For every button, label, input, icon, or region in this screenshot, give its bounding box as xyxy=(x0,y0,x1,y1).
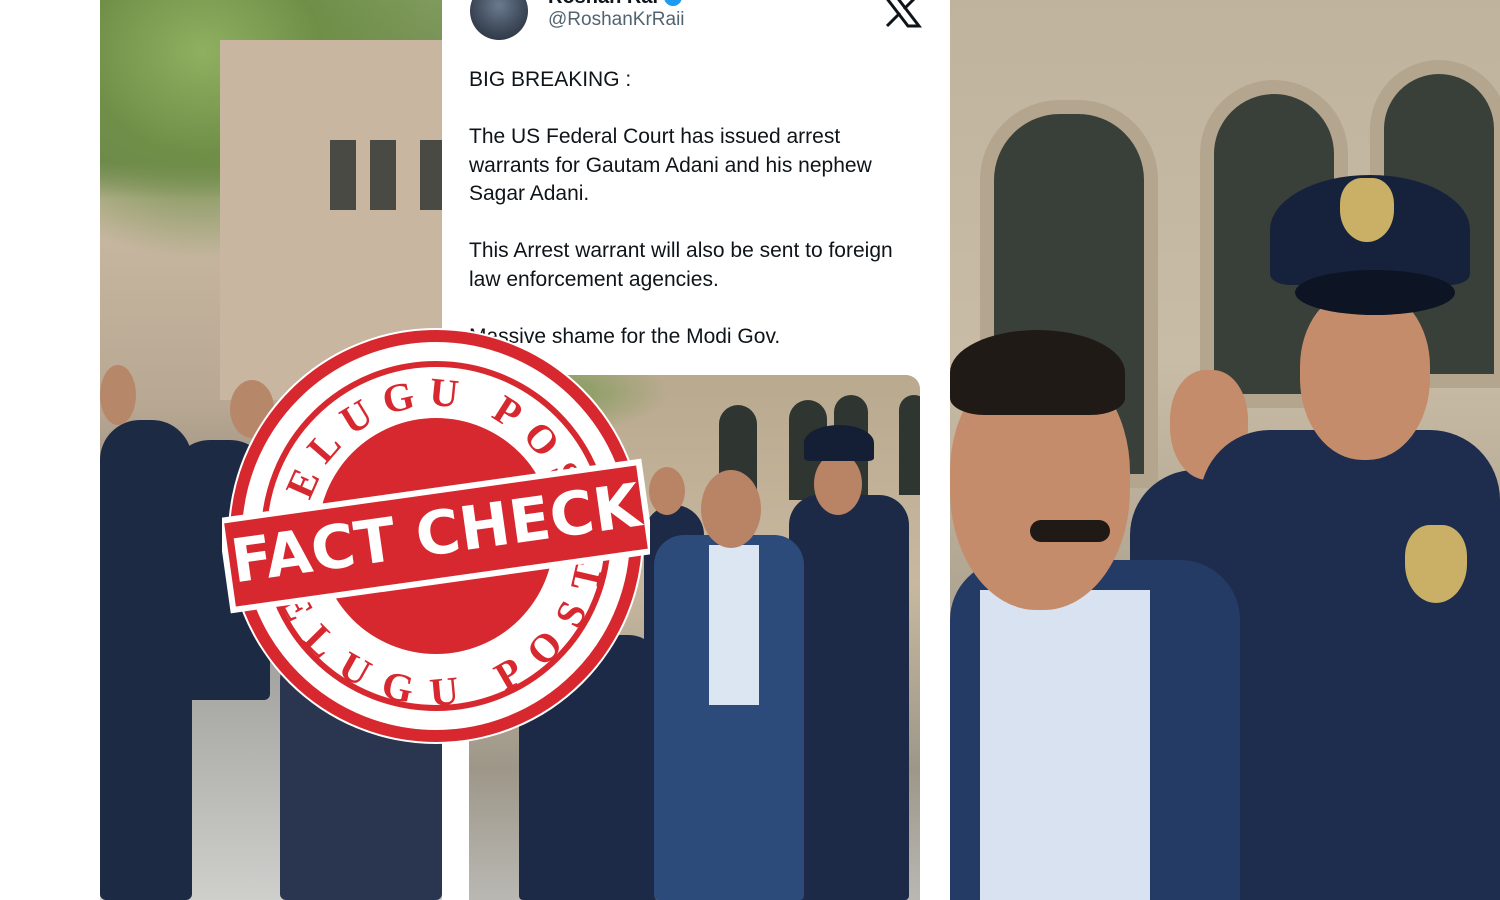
officer-face xyxy=(814,453,862,515)
background-photo-right xyxy=(950,0,1500,900)
police-officer xyxy=(1200,430,1500,900)
avatar[interactable] xyxy=(470,0,528,40)
building-window xyxy=(370,140,396,210)
police-officer xyxy=(789,495,909,900)
officer-face xyxy=(649,467,685,515)
building-window xyxy=(330,140,356,210)
moustache xyxy=(1030,520,1110,542)
user-handle[interactable]: @RoshanKrRaii xyxy=(548,9,685,31)
shirt xyxy=(980,590,1150,900)
verified-badge-icon: ✓ xyxy=(664,0,682,6)
cap-badge xyxy=(1340,178,1394,242)
display-name[interactable]: Roshan Rai xyxy=(548,0,658,9)
man-face xyxy=(701,470,761,548)
shirt xyxy=(709,545,759,705)
man-hair xyxy=(950,330,1125,415)
building-window xyxy=(420,140,442,210)
officer-head xyxy=(100,365,136,425)
tweet-text: BIG BREAKING : The US Federal Court has … xyxy=(469,68,893,348)
police-badge xyxy=(1405,525,1467,603)
x-logo-icon[interactable] xyxy=(882,0,922,28)
building-arch xyxy=(899,395,920,495)
police-cap xyxy=(804,425,874,461)
police-cap-brim xyxy=(1295,270,1455,315)
fact-check-stamp: TELUGU POST TELUGU POST FACT CHECK xyxy=(222,328,650,744)
officer-face xyxy=(1300,290,1430,460)
